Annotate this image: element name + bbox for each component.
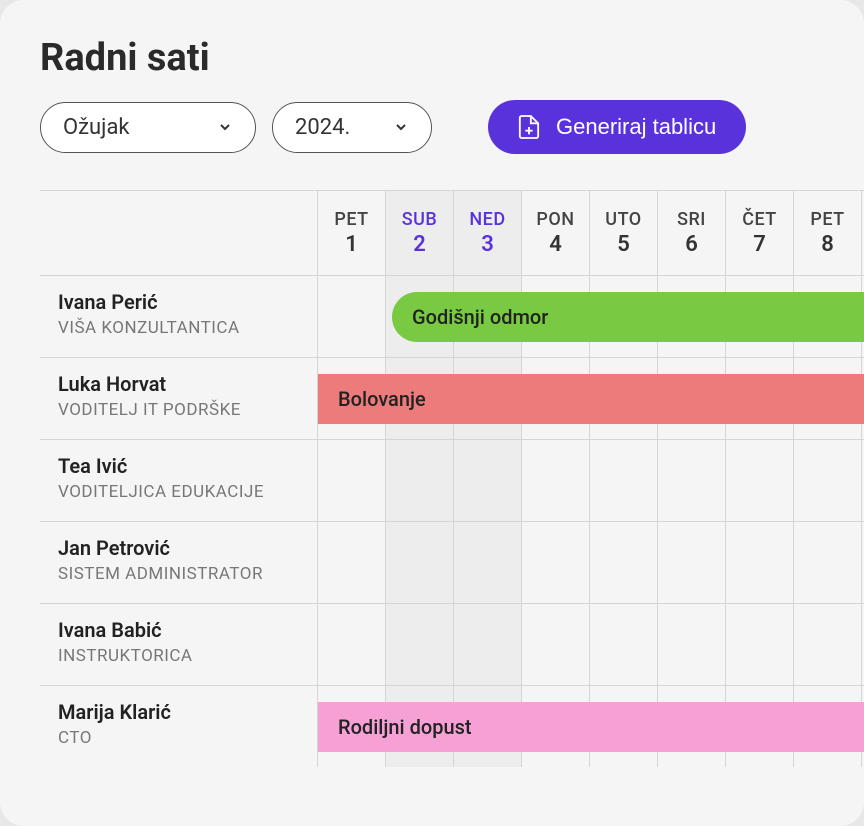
person-cell: Jan Petrović SISTEM ADMINISTRATOR xyxy=(40,522,318,603)
day-header: SUB2 xyxy=(386,191,454,275)
grid-cell[interactable] xyxy=(386,440,454,521)
grid-cell[interactable] xyxy=(590,522,658,603)
event-bar[interactable]: Bolovanje xyxy=(318,374,864,424)
grid-cell[interactable] xyxy=(726,522,794,603)
day-number: 4 xyxy=(549,232,562,257)
controls-bar: Ožujak 2024. Generiraj tablicu xyxy=(40,100,864,154)
day-abbr: PET xyxy=(334,209,368,230)
person-name: Ivana Babić xyxy=(58,618,317,642)
person-role: VIŠA KONZULTANTICA xyxy=(58,318,317,338)
person-name: Luka Horvat xyxy=(58,372,317,396)
grid-cell[interactable] xyxy=(726,604,794,685)
person-name: Ivana Perić xyxy=(58,290,317,314)
grid-cell[interactable] xyxy=(386,522,454,603)
grid-cell[interactable] xyxy=(318,522,386,603)
grid-cell[interactable] xyxy=(522,522,590,603)
person-cell: Tea Ivić VODITELJICA EDUKACIJE xyxy=(40,440,318,521)
person-role: VODITELJ IT PODRŠKE xyxy=(58,400,317,420)
grid-cell[interactable] xyxy=(658,604,726,685)
day-header: PON4 xyxy=(522,191,590,275)
grid-cell[interactable] xyxy=(794,604,862,685)
grid-cell[interactable] xyxy=(454,440,522,521)
grid-header-spacer xyxy=(40,191,318,275)
day-number: 8 xyxy=(821,232,834,257)
day-header: SRI6 xyxy=(658,191,726,275)
chevron-down-icon xyxy=(217,119,233,135)
grid-cell[interactable] xyxy=(794,522,862,603)
day-abbr: ČET xyxy=(742,209,777,230)
person-name: Tea Ivić xyxy=(58,454,317,478)
day-number: 3 xyxy=(481,232,494,257)
page-title: Radni sati xyxy=(40,36,864,80)
timesheet-grid: PET1SUB2NED3PON4UTO5SRI6ČET7PET8 Ivana P… xyxy=(40,190,864,767)
event-bar[interactable]: Rodiljni dopust xyxy=(318,702,864,752)
chevron-down-icon xyxy=(393,119,409,135)
person-name: Marija Klarić xyxy=(58,700,317,724)
person-row: Jan Petrović SISTEM ADMINISTRATOR xyxy=(40,521,864,603)
person-cell: Ivana Babić INSTRUKTORICA xyxy=(40,604,318,685)
grid-cell[interactable] xyxy=(522,440,590,521)
year-select-value: 2024. xyxy=(295,115,350,140)
grid-cell[interactable] xyxy=(318,440,386,521)
grid-cell[interactable] xyxy=(318,276,386,357)
day-header: ČET7 xyxy=(726,191,794,275)
day-number: 5 xyxy=(617,232,630,257)
day-header: PET1 xyxy=(318,191,386,275)
file-plus-icon xyxy=(518,114,540,140)
day-abbr: SRI xyxy=(677,209,706,230)
grid-cell[interactable] xyxy=(726,440,794,521)
grid-cell[interactable] xyxy=(590,440,658,521)
month-select[interactable]: Ožujak xyxy=(40,102,256,153)
person-cell: Marija Klarić CTO xyxy=(40,686,318,767)
day-number: 6 xyxy=(685,232,698,257)
generate-table-button[interactable]: Generiraj tablicu xyxy=(488,100,746,154)
person-cell: Ivana Perić VIŠA KONZULTANTICA xyxy=(40,276,318,357)
day-header: PET8 xyxy=(794,191,862,275)
person-name: Jan Petrović xyxy=(58,536,317,560)
grid-cell[interactable] xyxy=(794,440,862,521)
person-role: VODITELJICA EDUKACIJE xyxy=(58,482,317,502)
person-role: CTO xyxy=(58,728,317,748)
grid-header-row: PET1SUB2NED3PON4UTO5SRI6ČET7PET8 xyxy=(40,191,864,275)
day-abbr: NED xyxy=(469,209,505,230)
person-row: Luka Horvat VODITELJ IT PODRŠKEBolovanje xyxy=(40,357,864,439)
grid-cell[interactable] xyxy=(454,604,522,685)
grid-cell[interactable] xyxy=(658,440,726,521)
main-panel: Radni sati Ožujak 2024. Generiraj tablic… xyxy=(0,0,864,826)
grid-cell[interactable] xyxy=(658,522,726,603)
person-role: SISTEM ADMINISTRATOR xyxy=(58,564,317,584)
generate-button-label: Generiraj tablicu xyxy=(556,114,716,140)
month-select-value: Ožujak xyxy=(63,115,130,140)
event-bar[interactable]: Godišnji odmor xyxy=(392,292,864,342)
day-abbr: SUB xyxy=(402,209,438,230)
grid-cell[interactable] xyxy=(386,604,454,685)
person-row: Tea Ivić VODITELJICA EDUKACIJE xyxy=(40,439,864,521)
year-select[interactable]: 2024. xyxy=(272,102,432,153)
grid-cell[interactable] xyxy=(454,522,522,603)
day-abbr: UTO xyxy=(605,209,641,230)
grid-cell[interactable] xyxy=(522,604,590,685)
grid-cell[interactable] xyxy=(318,604,386,685)
grid-cell[interactable] xyxy=(590,604,658,685)
person-cell: Luka Horvat VODITELJ IT PODRŠKE xyxy=(40,358,318,439)
day-abbr: PON xyxy=(536,209,574,230)
day-abbr: PET xyxy=(810,209,844,230)
day-number: 2 xyxy=(413,232,426,257)
day-header: UTO5 xyxy=(590,191,658,275)
day-header: NED3 xyxy=(454,191,522,275)
person-row: Ivana Perić VIŠA KONZULTANTICA Godišnji od… xyxy=(40,275,864,357)
day-number: 1 xyxy=(345,232,358,257)
person-row: Marija Klarić CTORodiljni dopust xyxy=(40,685,864,767)
day-number: 7 xyxy=(753,232,766,257)
person-row: Ivana Babić INSTRUKTORICA xyxy=(40,603,864,685)
person-role: INSTRUKTORICA xyxy=(58,646,317,666)
